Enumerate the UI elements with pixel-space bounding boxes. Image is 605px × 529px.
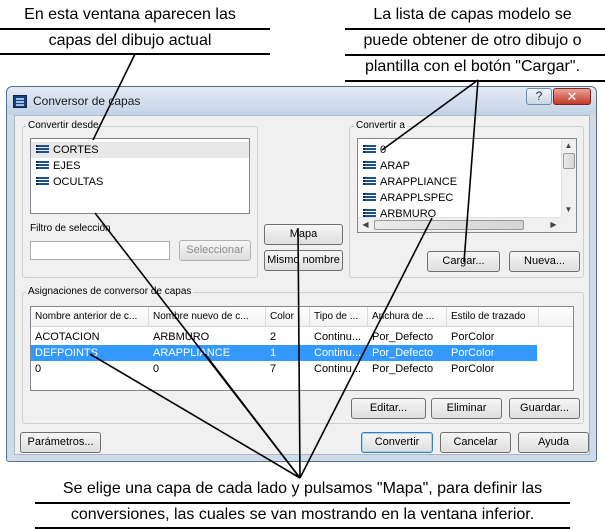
list-item[interactable]: 0 [358,142,576,158]
underline-top-right-1 [345,28,605,30]
column-header-linetype[interactable]: Tipo de ... [310,307,368,327]
dialog-client-area: Convertir desde CORTES EJES OCULTAS Filt… [14,115,590,455]
column-header-plot-style[interactable]: Estilo de trazado [447,307,539,327]
map-button[interactable]: Mapa [264,224,343,245]
cell-plot-style: PorColor [451,363,495,375]
list-item[interactable]: CORTES [31,142,249,158]
list-item[interactable]: OCULTAS [31,174,249,190]
underline-top-left-1 [0,28,270,30]
layer-icon [36,145,49,155]
table-row[interactable]: ACOTACION ARBMURO 2 Continu... Por_Defec… [31,329,573,345]
callout-top-left-line-1: En esta ventana aparecen las [24,6,236,23]
layer-icon [36,177,49,187]
cell-lineweight: Por_Defecto [372,347,434,359]
title-bar[interactable]: Conversor de capas ? ✕ [7,87,596,115]
parameters-button[interactable]: Parámetros... [20,432,101,453]
cell-new-name: 0 [153,363,160,375]
convert-to-list[interactable]: 0 ARAP ARAPPLIANCE ARAPPLSPEC ARBMURO ▲ [357,138,577,233]
convert-from-list[interactable]: CORTES EJES OCULTAS [30,138,250,214]
underline-top-left-2 [0,53,270,55]
cell-color: 1 [270,347,277,359]
column-header-old-name[interactable]: Nombre anterior de c... [31,307,149,327]
close-button[interactable]: ✕ [553,88,591,105]
list-item-label: EJES [53,160,81,172]
callout-top-right-line-1: La lista de capas modelo se [373,6,572,23]
scroll-left-icon[interactable]: ◀ [359,219,372,231]
callout-bottom-line-1: Se elige una capa de cada lado y pulsamo… [62,480,543,497]
callout-top-right-line-3: plantilla con el botón "Cargar". [364,58,581,75]
callout-top-left-line-2: capas del dibujo actual [48,32,212,49]
cell-new-name: ARBMURO [153,331,210,343]
layer-icon [363,177,376,187]
scroll-up-icon[interactable]: ▲ [562,140,575,152]
mappings-table[interactable]: Nombre anterior de c... Nombre nuevo de … [30,306,574,391]
convert-from-label: Convertir desde [26,120,101,131]
cell-old-name: DEFPOINTS [35,347,98,359]
convert-to-label: Convertir a [354,120,407,131]
window-title: Conversor de capas [33,94,141,108]
table-header: Nombre anterior de c... Nombre nuevo de … [31,307,573,327]
table-row[interactable]: 0 0 7 Continu... Por_Defecto PorColor [31,361,573,377]
horizontal-scroll-thumb[interactable] [374,220,524,230]
cell-linetype: Continu... [314,331,362,343]
column-header-new-name[interactable]: Nombre nuevo de c... [149,307,266,327]
callout-top-right: La lista de capas modelo se puede obtene… [345,4,600,78]
layer-icon [363,145,376,155]
new-button[interactable]: Nueva... [509,251,580,272]
layer-icon [36,161,49,171]
mappings-label: Asignaciones de conversor de capas [26,286,194,297]
column-header-lineweight[interactable]: Anchura de ... [368,307,447,327]
horizontal-scrollbar[interactable]: ◀ ▶ [358,217,561,232]
layer-icon [363,193,376,203]
list-item-label: 0 [380,144,387,156]
cell-linetype: Continu... [314,363,362,375]
list-item-label: ARAP [380,160,410,172]
selection-filter-label: Filtro de selección [30,223,111,234]
callout-bottom-line-2: conversiones, las cuales se van mostrand… [70,506,535,523]
scroll-right-icon[interactable]: ▶ [547,219,560,231]
selection-filter-input[interactable] [30,241,170,260]
cancel-button[interactable]: Cancelar [440,432,511,453]
cell-linetype: Continu... [314,347,362,359]
select-button[interactable]: Seleccionar [179,240,251,261]
underline-bottom-1 [35,502,570,504]
convert-button[interactable]: Convertir [361,432,433,453]
list-item[interactable]: ARAP [358,158,576,174]
underline-top-right-2 [345,54,605,56]
vertical-scrollbar[interactable]: ▲ ▼ [561,139,576,217]
scroll-down-icon[interactable]: ▼ [562,204,575,216]
list-item-label: OCULTAS [53,176,104,188]
cell-plot-style: PorColor [451,347,495,359]
table-row-selected[interactable]: DEFPOINTS ARAPPLIANCE 1 Continu... Por_D… [31,345,537,361]
cell-new-name: ARAPPLIANCE [153,347,231,359]
delete-button[interactable]: Eliminar [431,398,502,419]
cell-lineweight: Por_Defecto [372,331,434,343]
save-button[interactable]: Guardar... [509,398,580,419]
same-name-button[interactable]: Mismo nombre [264,250,343,271]
list-item[interactable]: ARAPPLSPEC [358,190,576,206]
help-title-button[interactable]: ? [526,88,552,105]
cell-old-name: 0 [35,363,42,375]
load-button[interactable]: Cargar... [427,251,500,272]
app-layers-icon [13,95,27,108]
list-item-label: CORTES [53,144,99,156]
cell-plot-style: PorColor [451,331,495,343]
list-item-label: ARAPPLIANCE [380,176,458,188]
scroll-corner [561,217,576,232]
layer-icon [363,161,376,171]
callout-top-right-line-2: puede obtener de otro dibujo o [363,32,582,49]
edit-button[interactable]: Editar... [351,398,426,419]
vertical-scroll-thumb[interactable] [563,153,575,169]
column-header-color[interactable]: Color [266,307,310,327]
underline-top-right-3 [345,80,605,82]
cell-old-name: ACOTACION [35,331,100,343]
list-item[interactable]: ARAPPLIANCE [358,174,576,190]
cell-color: 2 [270,331,277,343]
layer-translator-dialog: Conversor de capas ? ✕ Convertir desde C… [6,86,597,462]
cell-color: 7 [270,363,277,375]
help-button[interactable]: Ayuda [518,432,589,453]
list-item[interactable]: EJES [31,158,249,174]
list-item-label: ARAPPLSPEC [380,192,454,204]
cell-lineweight: Por_Defecto [372,363,434,375]
